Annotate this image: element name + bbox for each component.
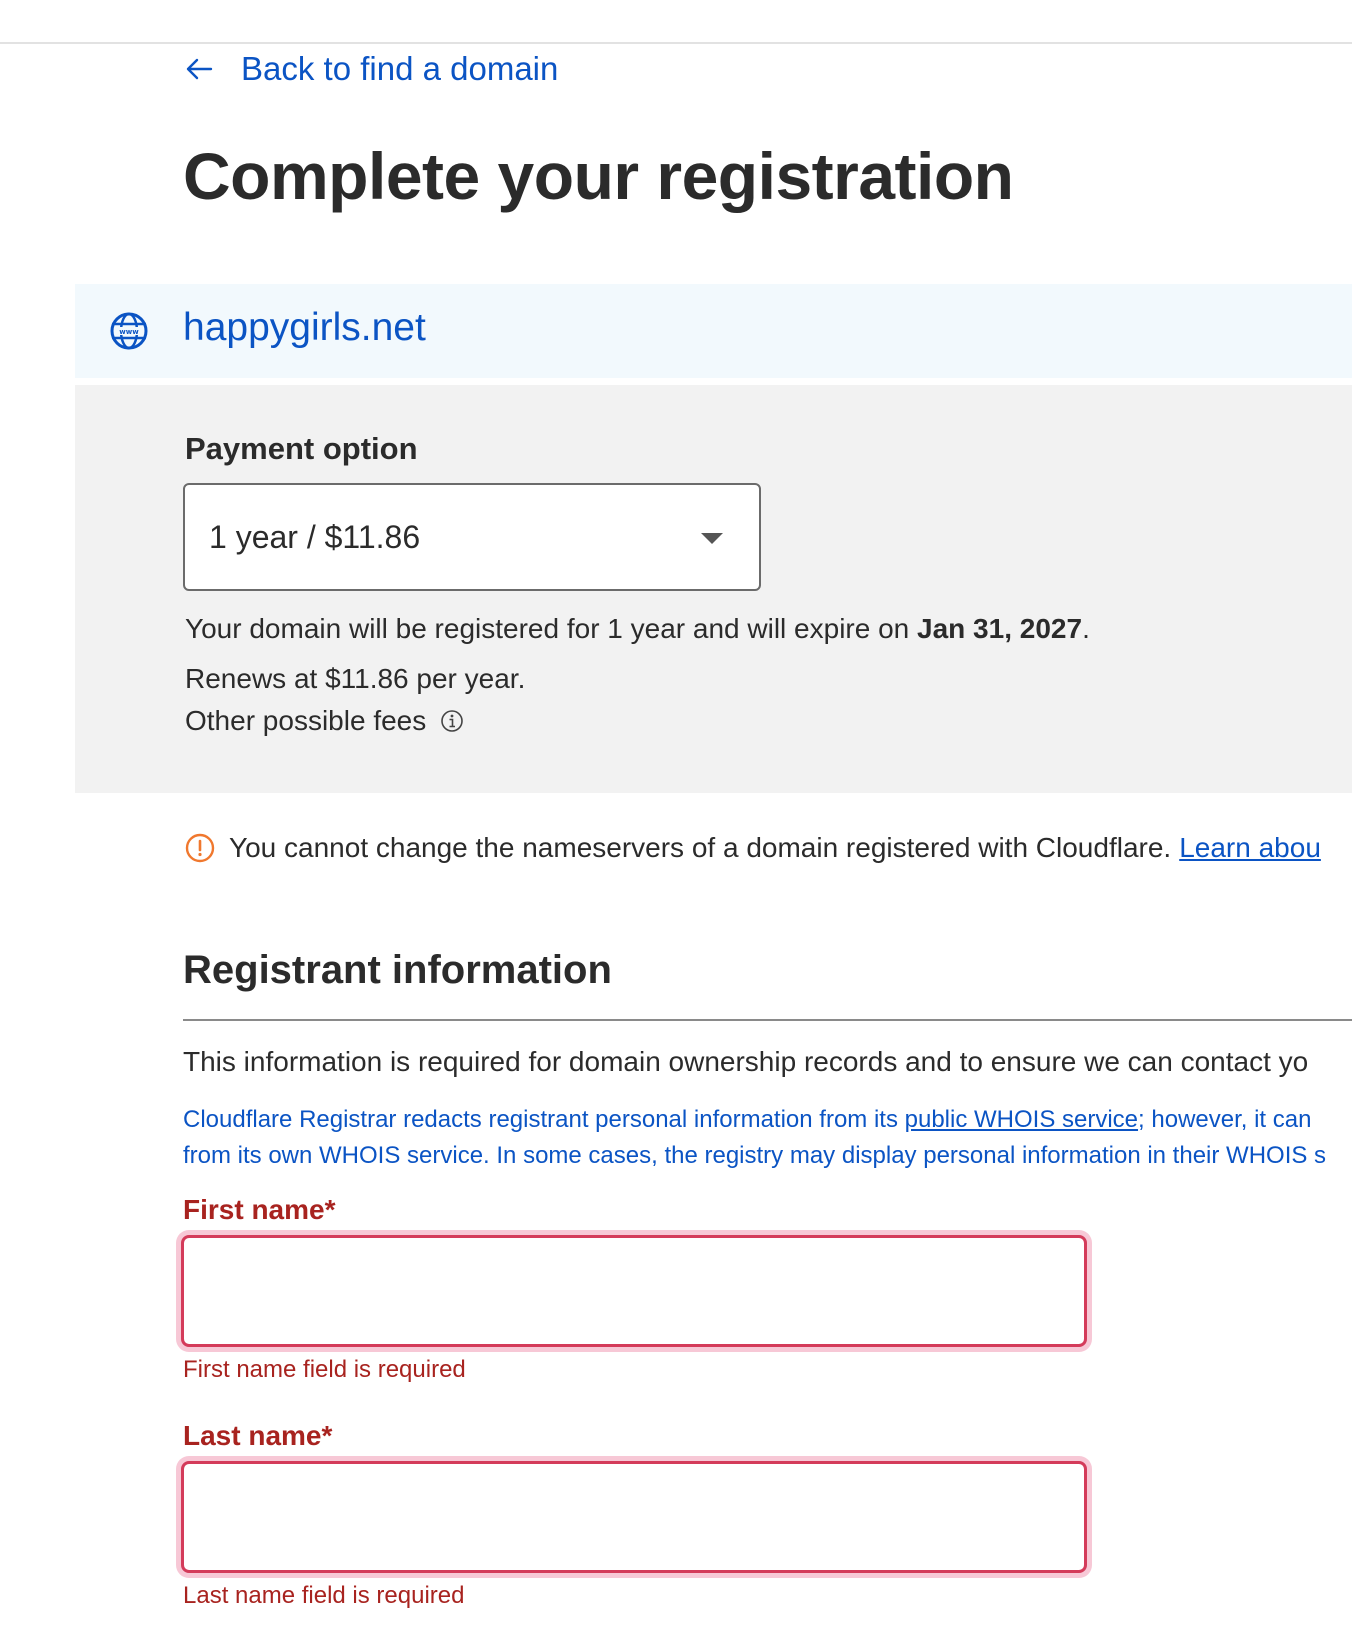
other-fees-label: Other possible fees	[185, 705, 427, 736]
first-name-error: First name field is required	[183, 1356, 466, 1383]
payment-option-label: Payment option	[185, 431, 418, 466]
renewal-text: Renews at $11.86 per year.	[185, 663, 526, 694]
domain-name: happygirls.net	[183, 306, 426, 349]
learn-more-link[interactable]: Learn abou	[1179, 832, 1321, 864]
info-icon[interactable]	[440, 709, 464, 733]
public-whois-link[interactable]: public WHOIS service	[905, 1106, 1138, 1133]
back-to-find-domain-link[interactable]: Back to find a domain	[183, 50, 558, 88]
expiration-date: Jan 31, 2027	[917, 613, 1083, 644]
caret-down-icon	[701, 533, 723, 544]
back-link-label: Back to find a domain	[241, 50, 559, 87]
notice-text: You cannot change the nameservers of a d…	[229, 832, 1172, 863]
privacy-note-line-1: Cloudflare Registrar redacts registrant …	[183, 1102, 1352, 1138]
registrant-description: This information is required for domain …	[183, 1046, 1309, 1077]
page-title: Complete your registration	[183, 139, 1014, 213]
privacy-prefix: Cloudflare Registrar redacts registrant …	[183, 1106, 905, 1133]
svg-text:www: www	[119, 328, 139, 336]
last-name-error: Last name field is required	[183, 1582, 465, 1609]
last-name-input[interactable]	[181, 1461, 1087, 1573]
privacy-note: Cloudflare Registrar redacts registrant …	[183, 1102, 1352, 1174]
payment-option-value: 1 year / $11.86	[209, 519, 421, 555]
first-name-label: First name*	[183, 1194, 336, 1225]
first-name-input[interactable]	[181, 1235, 1087, 1347]
privacy-suffix: ; however, it can	[1138, 1106, 1312, 1133]
expiration-prefix: Your domain will be registered for 1 yea…	[185, 613, 918, 644]
payment-option-select[interactable]: 1 year / $11.86	[183, 483, 761, 591]
privacy-note-line-2: from its own WHOIS service. In some case…	[183, 1142, 1327, 1169]
last-name-label: Last name*	[183, 1420, 333, 1451]
section-divider	[183, 1019, 1352, 1021]
domain-bar: www happygirls.net	[75, 284, 1352, 378]
payment-panel: Payment option 1 year / $11.86 Your doma…	[75, 385, 1352, 793]
registration-page: Back to find a domain Complete your regi…	[0, 0, 1352, 1644]
arrow-left-icon	[183, 53, 215, 85]
registrant-section-title: Registrant information	[183, 948, 612, 992]
expiration-text: Your domain will be registered for 1 yea…	[185, 613, 1090, 645]
other-fees-toggle[interactable]: Other possible fees	[185, 705, 464, 737]
expiration-suffix: .	[1082, 613, 1090, 644]
nameserver-notice: You cannot change the nameservers of a d…	[185, 832, 1321, 864]
globe-www-icon: www	[109, 311, 149, 351]
top-divider	[0, 42, 1352, 44]
warning-circle-icon	[185, 833, 215, 863]
